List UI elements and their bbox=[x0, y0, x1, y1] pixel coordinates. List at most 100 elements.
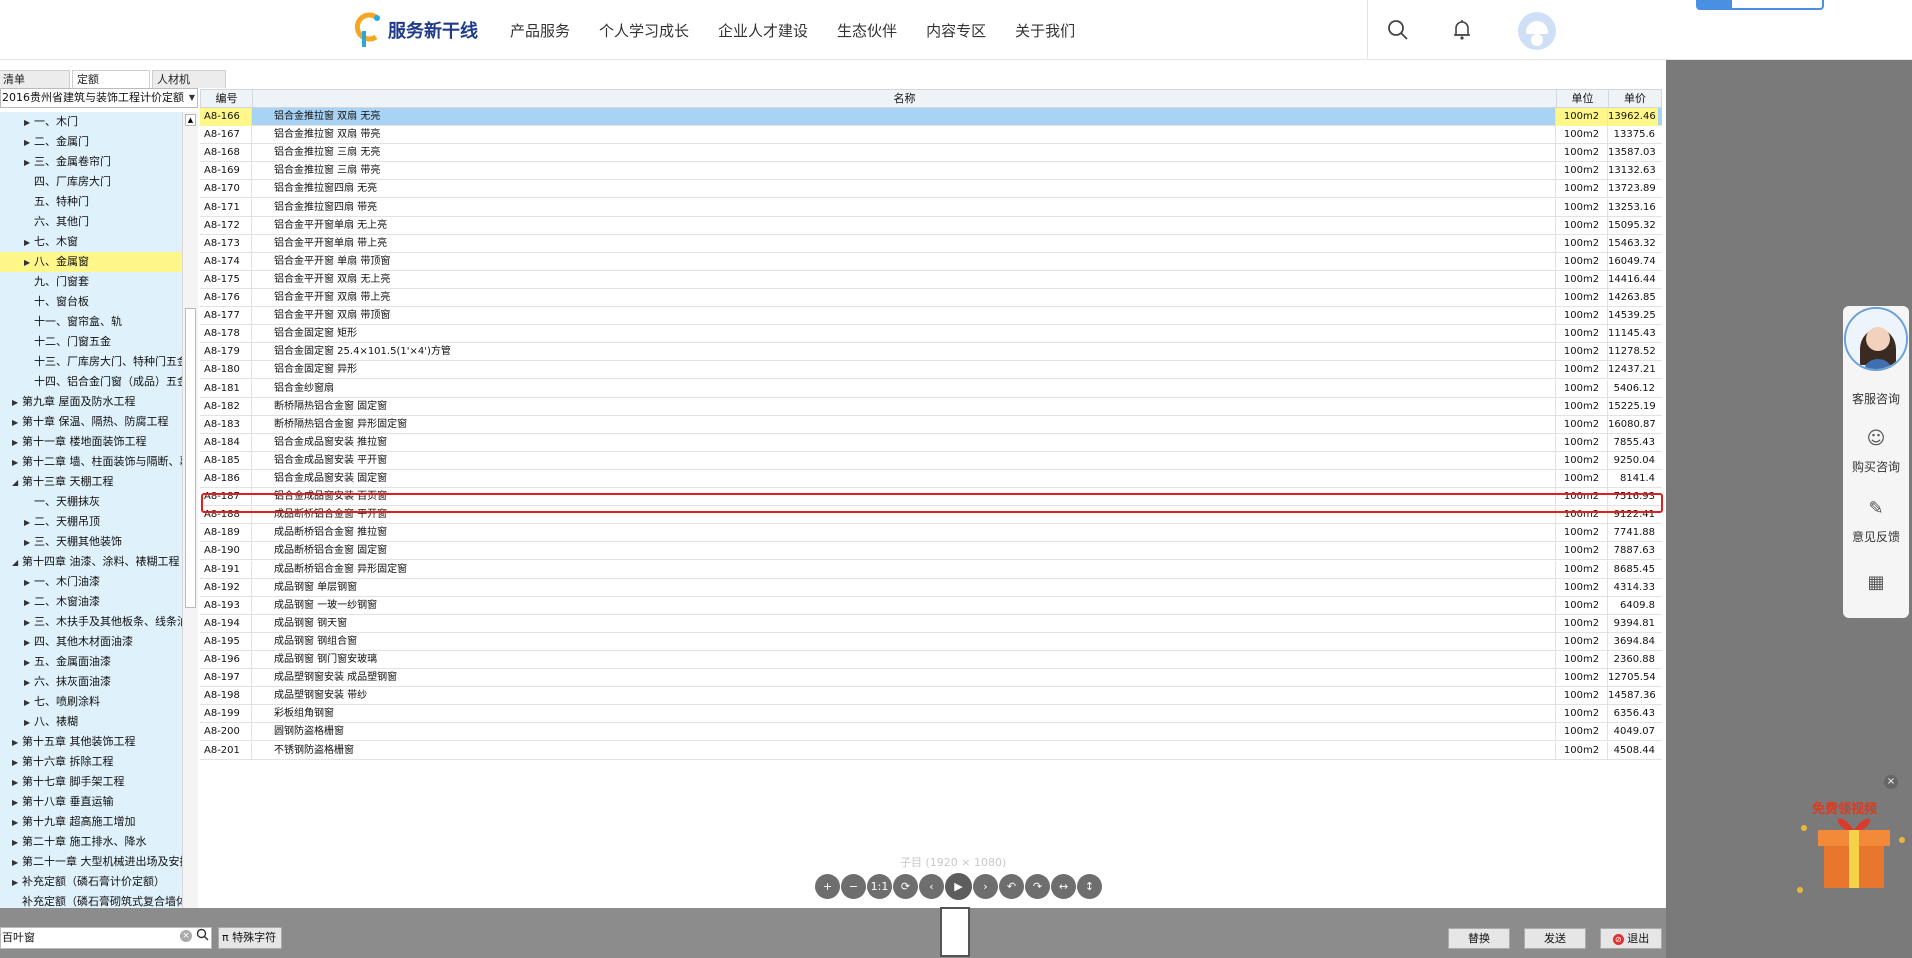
caret-right-icon[interactable]: ▶ bbox=[24, 653, 34, 672]
nav-item-partners[interactable]: 生态伙伴 bbox=[837, 20, 897, 41]
column-header-unit[interactable]: 单位 bbox=[1557, 90, 1609, 108]
replace-button[interactable]: 替换 bbox=[1448, 928, 1510, 949]
table-row[interactable]: A8-187 铝合金成品窗安装 百页窗 100m2 7516.93 bbox=[200, 488, 1662, 507]
tree-item[interactable]: 十三、厂库房大门、特种门五金 bbox=[0, 352, 182, 372]
caret-right-icon[interactable]: ▶ bbox=[24, 573, 34, 592]
scroll-up-icon[interactable]: ▲ bbox=[185, 114, 196, 126]
table-row[interactable]: A8-178 铝合金固定窗 矩形 100m2 11145.43 bbox=[200, 325, 1662, 344]
tree-item[interactable]: ▶ 第十七章 脚手架工程 bbox=[0, 772, 182, 792]
caret-right-icon[interactable]: ▶ bbox=[24, 713, 34, 732]
caret-right-icon[interactable]: ▶ bbox=[24, 513, 34, 532]
table-row[interactable]: A8-166 铝合金推拉窗 双扇 无亮 100m2 13962.46 bbox=[200, 108, 1662, 126]
table-row[interactable]: A8-193 成品钢窗 一玻一纱钢窗 100m2 6409.8 bbox=[200, 596, 1662, 615]
caret-right-icon[interactable]: ▶ bbox=[12, 873, 22, 892]
tree-item[interactable]: ▶ 第十一章 楼地面装饰工程 bbox=[0, 432, 182, 452]
tree-item[interactable]: ▶ 第二十一章 大型机械进出场及安拆 bbox=[0, 852, 182, 872]
tree-item[interactable]: ▶ 四、其他木材面油漆 bbox=[0, 632, 182, 652]
purchase-consult-label[interactable]: 购买咨询 bbox=[1843, 458, 1909, 475]
user-avatar[interactable] bbox=[1518, 12, 1556, 50]
column-header-price[interactable]: 单价 bbox=[1609, 90, 1661, 108]
table-row[interactable]: A8-184 铝合金成品窗安装 推拉窗 100m2 7855.43 bbox=[200, 433, 1662, 452]
table-row[interactable]: A8-183 断桥隔热铝合金窗 异形固定窗 100m2 16080.87 bbox=[200, 415, 1662, 434]
nav-item-learning[interactable]: 个人学习成长 bbox=[599, 20, 689, 41]
caret-right-icon[interactable]: ▶ bbox=[24, 133, 34, 152]
table-row[interactable]: A8-201 不锈钢防盗格栅窗 100m2 4508.44 bbox=[200, 741, 1662, 760]
tree-item[interactable]: 补充定额（磷石膏砌筑式复合墙体 bbox=[0, 892, 182, 908]
qrcode-icon[interactable]: ▦ bbox=[1843, 572, 1909, 593]
tree-item[interactable]: ▶ 六、抹灰面油漆 bbox=[0, 672, 182, 692]
caret-right-icon[interactable]: ▶ bbox=[12, 393, 22, 412]
tab-list[interactable]: 清单 bbox=[0, 70, 70, 88]
tree-item[interactable]: ▶ 二、金属门 bbox=[0, 132, 182, 152]
nav-item-products[interactable]: 产品服务 bbox=[510, 20, 570, 41]
table-row[interactable]: A8-170 铝合金推拉窗四扇 无亮 100m2 13723.89 bbox=[200, 180, 1662, 199]
tree-item[interactable]: ▶ 三、天棚其他装饰 bbox=[0, 532, 182, 552]
rotate-right-icon[interactable]: ↷ bbox=[1025, 874, 1050, 899]
tab-materials[interactable]: 人材机 bbox=[152, 70, 226, 88]
flip-horizontal-icon[interactable]: ↔ bbox=[1051, 874, 1076, 899]
tree-item[interactable]: 十、窗台板 bbox=[0, 292, 182, 312]
caret-right-icon[interactable]: ▶ bbox=[12, 813, 22, 832]
table-row[interactable]: A8-196 成品钢窗 钢门窗安玻璃 100m2 2360.88 bbox=[200, 651, 1662, 669]
table-row[interactable]: A8-173 铝合金平开窗单扇 带上亮 100m2 15463.32 bbox=[200, 234, 1662, 253]
tree-item[interactable]: ▶ 第十八章 垂直运输 bbox=[0, 792, 182, 812]
tree-item[interactable]: ▶ 三、金属卷帘门 bbox=[0, 152, 182, 172]
tree-item[interactable]: ▶ 八、裱糊 bbox=[0, 712, 182, 732]
table-row[interactable]: A8-200 圆钢防盗格栅窗 100m2 4049.07 bbox=[200, 723, 1662, 742]
prev-icon[interactable]: ‹ bbox=[919, 874, 944, 899]
feedback-label[interactable]: 意见反馈 bbox=[1843, 528, 1909, 545]
rotate-left-icon[interactable]: ↶ bbox=[999, 874, 1024, 899]
edit-icon[interactable]: ✎ bbox=[1843, 498, 1909, 519]
table-row[interactable]: A8-176 铝合金平开窗 双扇 带上亮 100m2 14263.85 bbox=[200, 289, 1662, 307]
tree-item[interactable]: ▶ 第十二章 墙、柱面装饰与隔断、幕 bbox=[0, 452, 182, 472]
bell-icon[interactable] bbox=[1448, 16, 1476, 44]
table-row[interactable]: A8-197 成品塑钢窗安装 成品塑钢窗 100m2 12705.54 bbox=[200, 669, 1662, 688]
table-row[interactable]: A8-172 铝合金平开窗单扇 无上亮 100m2 15095.32 bbox=[200, 216, 1662, 235]
caret-right-icon[interactable]: ▶ bbox=[24, 673, 34, 692]
table-row[interactable]: A8-179 铝合金固定窗 25.4×101.5(1'×4')方管 100m2 112… bbox=[200, 343, 1662, 362]
play-icon[interactable]: ▶ bbox=[945, 873, 972, 900]
search-icon[interactable] bbox=[1384, 16, 1412, 44]
tree-item[interactable]: ▶ 第九章 屋面及防水工程 bbox=[0, 392, 182, 412]
table-row[interactable]: A8-189 成品断桥铝合金窗 推拉窗 100m2 7741.88 bbox=[200, 524, 1662, 543]
tree-scrollbar[interactable]: ▲ bbox=[182, 112, 198, 908]
table-row[interactable]: A8-199 彩板组角钢窗 100m2 6356.43 bbox=[200, 705, 1662, 724]
table-row[interactable]: A8-182 断桥隔热铝合金窗 固定窗 100m2 15225.19 bbox=[200, 397, 1662, 416]
tree-item[interactable]: 十二、门窗五金 bbox=[0, 332, 182, 352]
caret-right-icon[interactable]: ▶ bbox=[12, 833, 22, 852]
tree-item[interactable]: ▶ 第十五章 其他装饰工程 bbox=[0, 732, 182, 752]
table-row[interactable]: A8-177 铝合金平开窗 双扇 带顶窗 100m2 14539.25 bbox=[200, 307, 1662, 326]
tree-item[interactable]: ▶ 第十六章 拆除工程 bbox=[0, 752, 182, 772]
caret-right-icon[interactable]: ▶ bbox=[24, 613, 34, 632]
table-row[interactable]: A8-195 成品钢窗 钢组合窗 100m2 3694.84 bbox=[200, 632, 1662, 651]
tree-item[interactable]: ▶ 五、金属面油漆 bbox=[0, 652, 182, 672]
tree-item[interactable]: ◢ 第十三章 天棚工程 bbox=[0, 472, 182, 492]
caret-right-icon[interactable]: ▶ bbox=[24, 633, 34, 652]
caret-right-icon[interactable]: ▶ bbox=[24, 153, 34, 172]
caret-open-icon[interactable]: ◢ bbox=[12, 473, 22, 492]
table-row[interactable]: A8-192 成品钢窗 单层钢窗 100m2 4314.33 bbox=[200, 578, 1662, 597]
flip-vertical-icon[interactable]: ↕ bbox=[1077, 874, 1102, 899]
clear-icon[interactable]: × bbox=[180, 930, 192, 942]
tree-item[interactable]: ◢ 第十四章 油漆、涂料、裱糊工程 bbox=[0, 552, 182, 572]
gift-icon[interactable] bbox=[1790, 770, 1912, 920]
caret-right-icon[interactable]: ▶ bbox=[12, 453, 22, 472]
table-row[interactable]: A8-185 铝合金成品窗安装 平开窗 100m2 9250.04 bbox=[200, 451, 1662, 470]
table-row[interactable]: A8-198 成品塑钢窗安装 带纱 100m2 14587.36 bbox=[200, 687, 1662, 706]
table-row[interactable]: A8-180 铝合金固定窗 异形 100m2 12437.21 bbox=[200, 361, 1662, 380]
tree-item[interactable]: 六、其他门 bbox=[0, 212, 182, 232]
logo[interactable]: 服务新干线 bbox=[354, 10, 478, 50]
tree-item[interactable]: ▶ 三、木扶手及其他板条、线条油 bbox=[0, 612, 182, 632]
nav-item-about[interactable]: 关于我们 bbox=[1015, 20, 1075, 41]
table-row[interactable]: A8-190 成品断桥铝合金窗 固定窗 100m2 7887.63 bbox=[200, 542, 1662, 561]
caret-right-icon[interactable]: ▶ bbox=[12, 753, 22, 772]
zoom-out-icon[interactable]: − bbox=[841, 874, 866, 899]
table-row[interactable]: A8-191 成品断桥铝合金窗 异形固定窗 100m2 8685.45 bbox=[200, 560, 1662, 579]
caret-right-icon[interactable]: ▶ bbox=[24, 253, 34, 272]
actual-size-icon[interactable]: 1:1 bbox=[867, 874, 892, 899]
table-row[interactable]: A8-171 铝合金推拉窗四扇 带亮 100m2 13253.16 bbox=[200, 198, 1662, 217]
nav-item-talent[interactable]: 企业人才建设 bbox=[718, 20, 808, 41]
caret-right-icon[interactable]: ▶ bbox=[24, 593, 34, 612]
table-row[interactable]: A8-186 铝合金成品窗安装 固定窗 100m2 8141.4 bbox=[200, 470, 1662, 488]
tree-item[interactable]: 一、天棚抹灰 bbox=[0, 492, 182, 512]
